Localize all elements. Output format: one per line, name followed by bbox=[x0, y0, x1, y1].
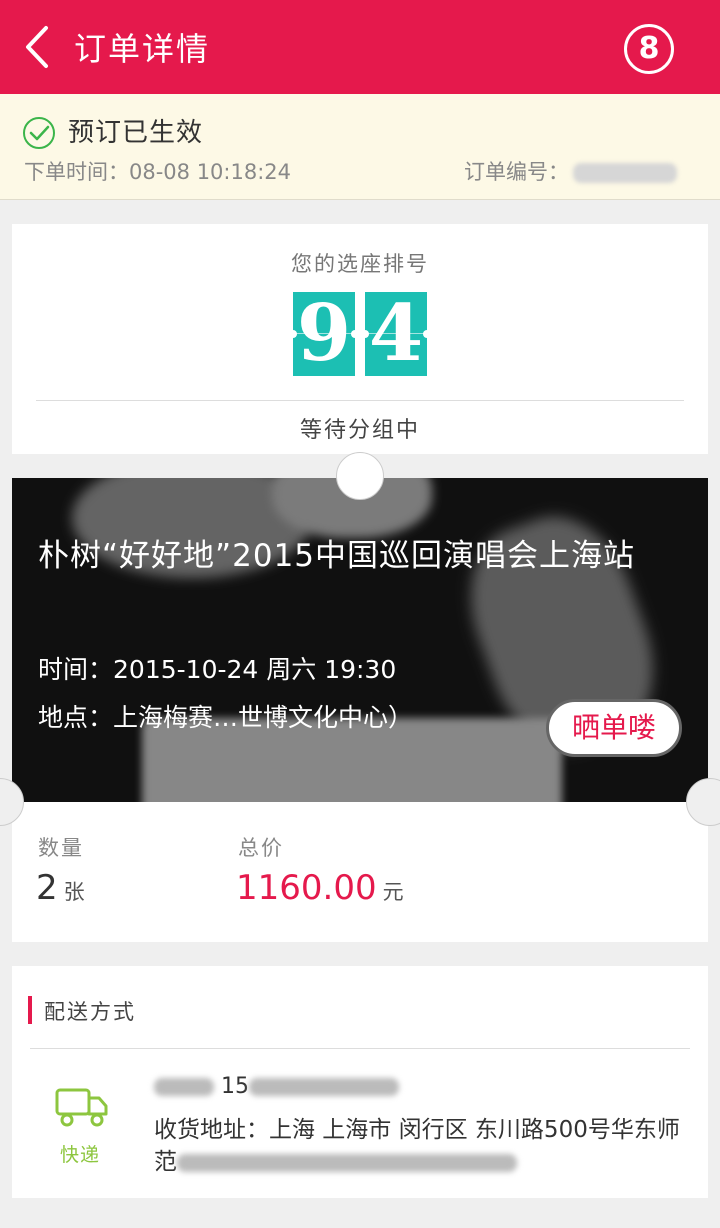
event-banner-image: 朴树“好好地”2015中国巡回演唱会上海站 时间：2015-10-24 周六 1… bbox=[12, 478, 708, 802]
event-title: 朴树“好好地”2015中国巡回演唱会上海站 bbox=[38, 538, 636, 574]
total-price-label: 总价 bbox=[238, 836, 284, 860]
check-circle-icon bbox=[23, 117, 55, 149]
seat-digit: 9 bbox=[289, 292, 359, 376]
address-label: 收货地址： bbox=[154, 1117, 269, 1143]
quantity-value: 2 bbox=[36, 868, 58, 908]
seat-digit: 4 bbox=[361, 292, 431, 376]
chevron-left-icon[interactable] bbox=[22, 24, 52, 70]
recipient-phone-prefix: 15 bbox=[221, 1074, 249, 1099]
share-order-button[interactable]: 晒单喽 bbox=[546, 699, 682, 757]
recipient-name-redacted bbox=[154, 1078, 214, 1096]
order-time-value: 08-08 10:18:24 bbox=[129, 160, 292, 184]
order-number-label: 订单编号： bbox=[464, 160, 569, 184]
seat-label: 您的选座排号 bbox=[291, 252, 429, 276]
recipient-phone-redacted bbox=[249, 1078, 399, 1096]
quantity-label: 数量 bbox=[38, 836, 84, 860]
recipient-info: 15 bbox=[154, 1074, 399, 1099]
ticket-notch bbox=[336, 452, 384, 500]
order-time-label: 下单时间： bbox=[24, 160, 129, 184]
seat-number-card: 您的选座排号 9 4 等待分组中 bbox=[12, 224, 708, 454]
divider bbox=[36, 400, 684, 401]
event-venue-label: 地点： bbox=[38, 703, 114, 732]
delivery-method-label: 快递 bbox=[60, 1144, 101, 1166]
notification-badge[interactable]: 8 bbox=[624, 24, 674, 74]
order-number: 订单编号： bbox=[464, 156, 677, 186]
seat-status: 等待分组中 bbox=[299, 418, 420, 443]
address-redacted bbox=[177, 1153, 517, 1172]
event-venue-value: 上海梅赛…世博文化中心） bbox=[113, 703, 414, 732]
total-price-value: 1160.00 bbox=[236, 868, 377, 908]
delivery-title: 配送方式 bbox=[44, 1000, 136, 1024]
event-time-value: 2015-10-24 周六 19:30 bbox=[113, 655, 397, 684]
ticket-notch bbox=[686, 778, 720, 826]
total-price-unit: 元 bbox=[382, 880, 404, 904]
quantity-unit: 张 bbox=[63, 880, 85, 904]
order-number-redacted bbox=[573, 163, 677, 183]
order-time: 下单时间：08-08 10:18:24 bbox=[24, 156, 291, 186]
delivery-card: 配送方式 快递 15 收货地址：上海 上海市 闵行区 东川路500号华东师范 bbox=[12, 966, 708, 1198]
section-accent-bar bbox=[28, 996, 32, 1024]
truck-icon bbox=[55, 1088, 108, 1127]
delivery-address: 收货地址：上海 上海市 闵行区 东川路500号华东师范 bbox=[154, 1114, 684, 1178]
event-venue: 地点：上海梅赛…世博文化中心） bbox=[38, 698, 413, 734]
order-status-text: 预订已生效 bbox=[68, 118, 204, 148]
quantity: 2张 bbox=[36, 868, 85, 908]
event-time: 时间：2015-10-24 周六 19:30 bbox=[38, 650, 396, 686]
top-bar: 订单详情 8 bbox=[0, 0, 720, 94]
event-ticket-card[interactable]: 朴树“好好地”2015中国巡回演唱会上海站 时间：2015-10-24 周六 1… bbox=[0, 452, 720, 942]
divider bbox=[30, 1048, 690, 1049]
total-price: 1160.00 元 bbox=[236, 868, 404, 908]
page-title: 订单详情 bbox=[74, 30, 211, 68]
event-time-label: 时间： bbox=[38, 655, 114, 684]
